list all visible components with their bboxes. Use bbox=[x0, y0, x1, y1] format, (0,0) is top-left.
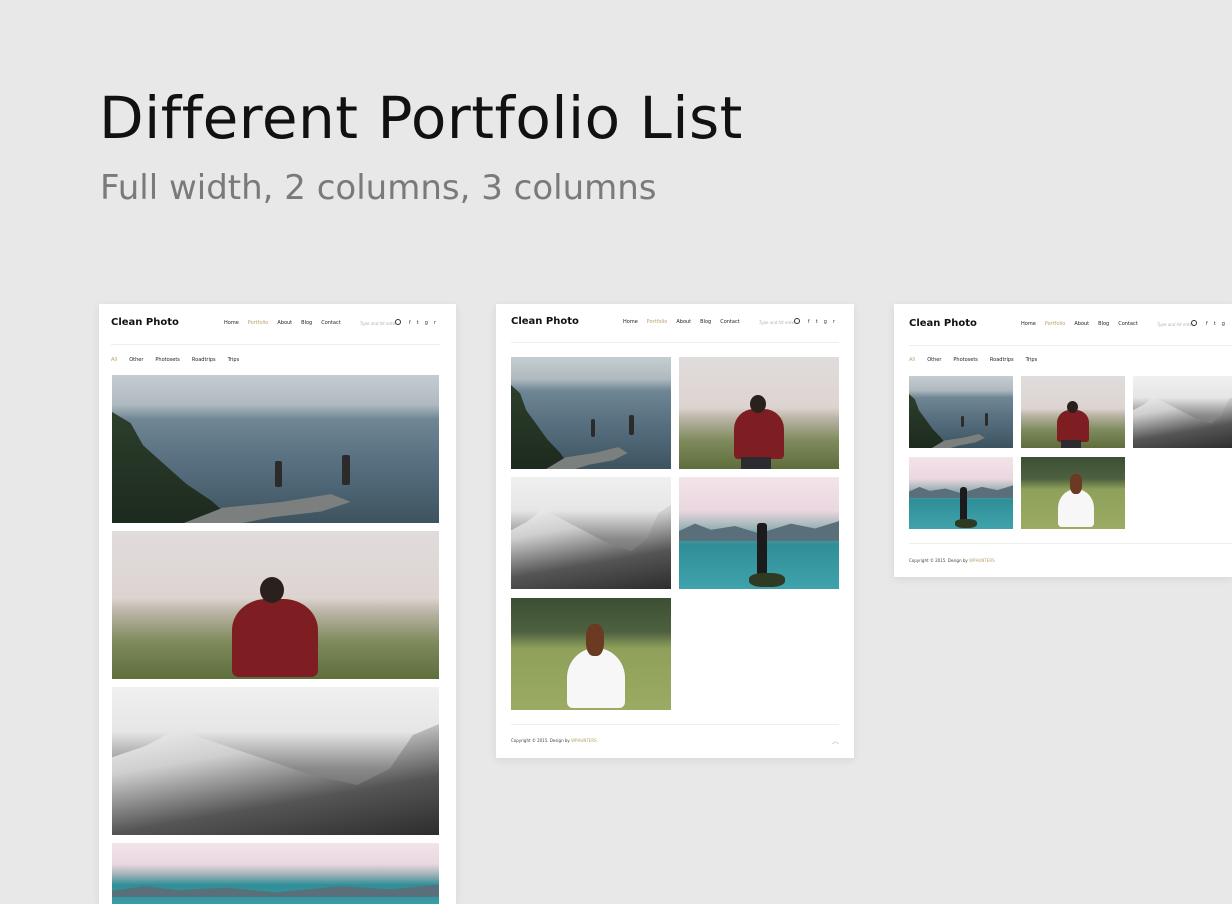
filter-roadtrips[interactable]: Roadtrips bbox=[990, 357, 1014, 363]
portfolio-filters: All Other Photosets Roadtrips Trips bbox=[909, 357, 1037, 363]
divider bbox=[511, 342, 839, 343]
filter-all[interactable]: All bbox=[909, 357, 915, 363]
nav-contact[interactable]: Contact bbox=[720, 319, 739, 325]
nav-home[interactable]: Home bbox=[623, 319, 638, 325]
rss-icon[interactable]: r bbox=[434, 320, 436, 326]
nav-portfolio[interactable]: Portfolio bbox=[647, 319, 668, 325]
nav-contact[interactable]: Contact bbox=[1118, 321, 1137, 327]
google-plus-icon[interactable]: g bbox=[1222, 321, 1225, 327]
search-icon[interactable] bbox=[395, 319, 401, 325]
nav-about[interactable]: About bbox=[676, 319, 691, 325]
filter-trips[interactable]: Trips bbox=[1026, 357, 1038, 363]
portfolio-item-snowy-mountains[interactable] bbox=[511, 477, 671, 589]
portfolio-item-lake-pink[interactable] bbox=[679, 477, 839, 589]
portfolio-item-lake-pink[interactable] bbox=[112, 843, 439, 904]
portfolio-item-man-red-jacket[interactable] bbox=[112, 531, 439, 679]
divider bbox=[511, 724, 839, 725]
social-links: f t g r bbox=[808, 319, 835, 325]
filter-all[interactable]: All bbox=[111, 357, 117, 363]
nav-contact[interactable]: Contact bbox=[321, 320, 340, 326]
divider bbox=[909, 543, 1232, 544]
facebook-icon[interactable]: f bbox=[409, 320, 411, 326]
back-to-top-icon[interactable]: ︿ bbox=[832, 736, 839, 746]
nav-blog[interactable]: Blog bbox=[301, 320, 312, 326]
portfolio-item-woman-white-dress[interactable] bbox=[1021, 457, 1125, 529]
portfolio-item-mountain-hikers[interactable] bbox=[909, 376, 1013, 448]
portfolio-item-woman-white-dress[interactable] bbox=[511, 598, 671, 710]
portfolio-item-snowy-mountains[interactable] bbox=[1133, 376, 1232, 448]
filter-trips[interactable]: Trips bbox=[228, 357, 240, 363]
footer-copyright: Copyright © 2015. Design by WPHUNTERS bbox=[511, 738, 597, 743]
main-nav: Home Portfolio About Blog Contact bbox=[224, 320, 341, 326]
google-plus-icon[interactable]: g bbox=[425, 320, 428, 326]
nav-blog[interactable]: Blog bbox=[1098, 321, 1109, 327]
footer-copyright: Copyright © 2015. Design by WPHUNTERS bbox=[909, 558, 995, 563]
divider bbox=[909, 345, 1232, 346]
social-links: f t g r bbox=[409, 320, 436, 326]
portfolio-item-lake-pink[interactable] bbox=[909, 457, 1013, 529]
site-header: Clean Photo Home Portfolio About Blog Co… bbox=[496, 304, 854, 344]
nav-about[interactable]: About bbox=[277, 320, 292, 326]
main-nav: Home Portfolio About Blog Contact bbox=[1021, 321, 1138, 327]
footer-brand-link[interactable]: WPHUNTERS bbox=[571, 738, 597, 743]
filter-other[interactable]: Other bbox=[927, 357, 941, 363]
nav-home[interactable]: Home bbox=[224, 320, 239, 326]
search-input[interactable]: Type and hit enter bbox=[759, 320, 796, 325]
nav-portfolio[interactable]: Portfolio bbox=[1045, 321, 1066, 327]
filter-other[interactable]: Other bbox=[129, 357, 143, 363]
filter-roadtrips[interactable]: Roadtrips bbox=[192, 357, 216, 363]
social-links: f t g bbox=[1206, 321, 1225, 327]
portfolio-item-mountain-hikers[interactable] bbox=[112, 375, 439, 523]
nav-about[interactable]: About bbox=[1074, 321, 1089, 327]
portfolio-filters: All Other Photosets Roadtrips Trips bbox=[111, 357, 239, 363]
twitter-icon[interactable]: t bbox=[1214, 321, 1216, 327]
search-icon[interactable] bbox=[794, 318, 800, 324]
divider bbox=[111, 344, 440, 345]
site-header: Clean Photo Home Portfolio About Blog Co… bbox=[894, 304, 1232, 344]
google-plus-icon[interactable]: g bbox=[824, 319, 827, 325]
search-input[interactable]: Type and hit enter bbox=[1157, 322, 1194, 327]
nav-portfolio[interactable]: Portfolio bbox=[248, 320, 269, 326]
mockup-2-columns: Clean Photo Home Portfolio About Blog Co… bbox=[496, 304, 854, 758]
site-logo[interactable]: Clean Photo bbox=[909, 318, 977, 329]
page-title: Different Portfolio List bbox=[99, 84, 743, 152]
portfolio-item-man-red-jacket[interactable] bbox=[1021, 376, 1125, 448]
facebook-icon[interactable]: f bbox=[808, 319, 810, 325]
search-icon[interactable] bbox=[1191, 320, 1197, 326]
mockup-full-width: Clean Photo Home Portfolio About Blog Co… bbox=[99, 304, 456, 904]
site-logo[interactable]: Clean Photo bbox=[111, 317, 179, 328]
rss-icon[interactable]: r bbox=[833, 319, 835, 325]
twitter-icon[interactable]: t bbox=[417, 320, 419, 326]
filter-photosets[interactable]: Photosets bbox=[953, 357, 978, 363]
portfolio-item-man-red-jacket[interactable] bbox=[679, 357, 839, 469]
portfolio-item-snowy-mountains[interactable] bbox=[112, 687, 439, 835]
site-header: Clean Photo Home Portfolio About Blog Co… bbox=[99, 304, 456, 344]
mockup-3-columns: Clean Photo Home Portfolio About Blog Co… bbox=[894, 304, 1232, 577]
footer-brand-link[interactable]: WPHUNTERS bbox=[969, 558, 995, 563]
twitter-icon[interactable]: t bbox=[816, 319, 818, 325]
portfolio-item-mountain-hikers[interactable] bbox=[511, 357, 671, 469]
nav-home[interactable]: Home bbox=[1021, 321, 1036, 327]
nav-blog[interactable]: Blog bbox=[700, 319, 711, 325]
facebook-icon[interactable]: f bbox=[1206, 321, 1208, 327]
search-input[interactable]: Type and hit enter bbox=[360, 321, 397, 326]
page-subtitle: Full width, 2 columns, 3 columns bbox=[100, 168, 657, 208]
main-nav: Home Portfolio About Blog Contact bbox=[623, 319, 740, 325]
site-logo[interactable]: Clean Photo bbox=[511, 316, 579, 327]
filter-photosets[interactable]: Photosets bbox=[155, 357, 180, 363]
